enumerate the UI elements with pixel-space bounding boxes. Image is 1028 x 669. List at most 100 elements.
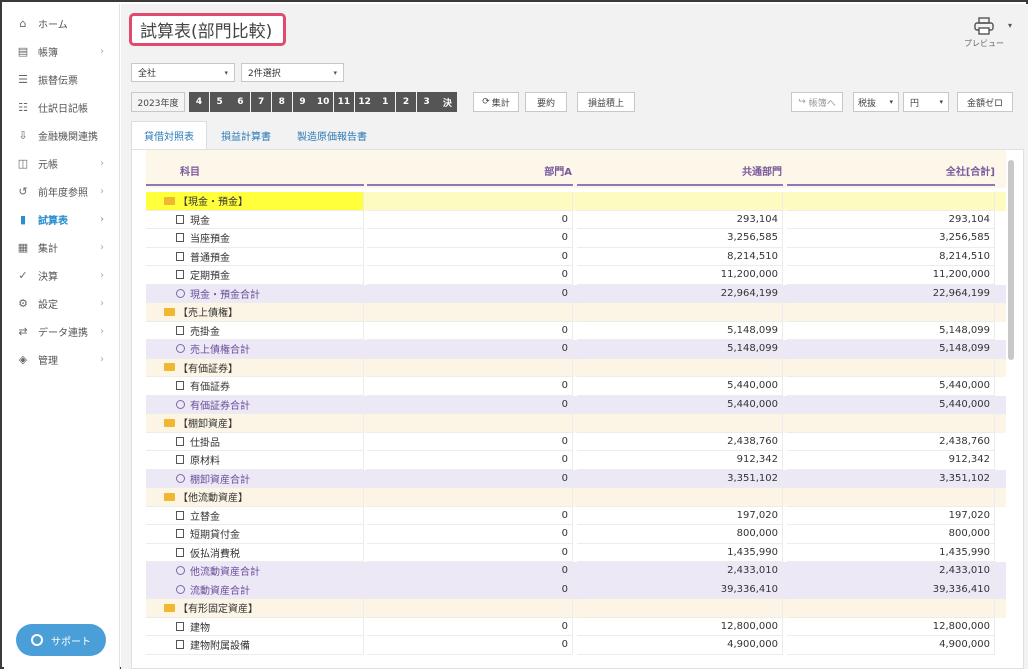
pl-accumulate-button[interactable]: 損益積上 — [577, 92, 635, 112]
dept-a-cell: 0 — [367, 636, 573, 655]
table-row[interactable]: 【現金・預金】 — [146, 192, 1006, 211]
month-button[interactable]: 2 — [396, 92, 416, 112]
summary-button[interactable]: 要約 — [525, 92, 567, 112]
table-row[interactable]: 現金 0 293,104 293,104 — [146, 210, 1006, 229]
table-row[interactable]: 売上債権合計 0 5,148,099 5,148,099 — [146, 340, 1006, 359]
check-icon: ✓ — [18, 268, 28, 282]
dept-a-cell: 0 — [367, 543, 573, 562]
vertical-scrollbar[interactable] — [1008, 160, 1014, 360]
table-row[interactable]: 【棚卸資産】 — [146, 414, 1006, 433]
month-button[interactable]: 11 — [333, 92, 354, 112]
company-select[interactable]: 全社 ▾ — [131, 63, 235, 82]
chevron-right-icon: › — [100, 325, 104, 337]
sidebar-item[interactable]: ▤ 帳簿 › — [4, 37, 120, 65]
table-row[interactable]: 普通預金 0 8,214,510 8,214,510 — [146, 247, 1006, 266]
table-row[interactable]: 当座預金 0 3,256,585 3,256,585 — [146, 229, 1006, 248]
common-cell: 5,148,099 — [577, 321, 783, 340]
table-row[interactable]: 建物附属設備 0 4,900,000 4,900,000 — [146, 636, 1006, 655]
tab-balance-sheet[interactable]: 貸借対照表 — [131, 121, 207, 149]
preview-button[interactable]: プレビュー — [959, 14, 1009, 54]
account-name: 原材料 — [190, 456, 220, 468]
account-name: 定期預金 — [190, 271, 230, 283]
sidebar-item[interactable]: ⌂ ホーム — [4, 9, 120, 37]
sidebar-item-label: 試算表 — [38, 215, 68, 227]
table-row[interactable]: 短期貸付金 0 800,000 800,000 — [146, 525, 1006, 544]
sidebar-item-label: 決算 — [38, 271, 58, 283]
dept-a-cell: 0 — [367, 580, 573, 599]
account-icon — [176, 640, 184, 650]
table-row[interactable]: 有価証券 0 5,440,000 5,440,000 — [146, 377, 1006, 396]
sidebar-item[interactable]: ⇄ データ連携 › — [4, 317, 120, 345]
folder-icon — [164, 492, 175, 501]
table-row[interactable]: 仕掛品 0 2,438,760 2,438,760 — [146, 432, 1006, 451]
account-cell: 立替金 — [146, 506, 364, 525]
account-name: 当座預金 — [190, 234, 230, 246]
month-button[interactable]: 6 — [230, 92, 251, 112]
bank-sync-icon: ⇩ — [18, 128, 28, 142]
total-cell — [787, 488, 995, 507]
table-row[interactable]: 建物 0 12,800,000 12,800,000 — [146, 617, 1006, 636]
account-cell: 売掛金 — [146, 321, 364, 340]
aggregate-button[interactable]: ⟳ 集計 — [473, 92, 519, 112]
month-button[interactable]: 10 — [313, 92, 334, 112]
table-row[interactable]: 【有形固定資産】 — [146, 599, 1006, 618]
tab-manufacturing-cost[interactable]: 製造原価報告書 — [287, 121, 377, 149]
table-row[interactable]: 定期預金 0 11,200,000 11,200,000 — [146, 266, 1006, 285]
month-button[interactable]: 決 — [437, 92, 458, 112]
sidebar-item[interactable]: ▮ 試算表 › — [4, 205, 120, 233]
table-row[interactable]: 立替金 0 197,020 197,020 — [146, 506, 1006, 525]
unit-select[interactable]: 円 ▾ — [903, 92, 949, 112]
month-button[interactable]: 4 — [189, 92, 209, 112]
month-button[interactable]: 12 — [354, 92, 375, 112]
month-button[interactable]: 7 — [251, 92, 272, 112]
table-row[interactable]: 【他流動資産】 — [146, 488, 1006, 507]
chat-bubble-icon — [31, 634, 43, 646]
sidebar-item[interactable]: ▦ 集計 › — [4, 233, 120, 261]
table-row[interactable]: 現金・預金合計 0 22,964,199 22,964,199 — [146, 284, 1006, 303]
preview-dropdown-icon[interactable]: ▾ — [1008, 21, 1012, 30]
tab-income-statement[interactable]: 損益計算書 — [209, 121, 283, 149]
table-row[interactable]: 有価証券合計 0 5,440,000 5,440,000 — [146, 395, 1006, 414]
dept-a-cell: 0 — [367, 506, 573, 525]
common-cell: 2,438,760 — [577, 432, 783, 451]
chevron-right-icon: › — [100, 353, 104, 365]
sidebar-item[interactable]: ✓ 決算 › — [4, 261, 120, 289]
tax-select-value: 税抜 — [858, 98, 877, 109]
sidebar-item[interactable]: ☰ 振替伝票 — [4, 65, 120, 93]
account-cell: 有価証券 — [146, 377, 364, 396]
table-panel: 科目 部門A 共通部門 全社[合計] 【現金・預金】 現金 0 293,104 293,… — [131, 149, 1024, 669]
table-row[interactable]: 他流動資産合計 0 2,433,010 2,433,010 — [146, 562, 1006, 581]
zero-amount-button[interactable]: 金額ゼロ — [957, 92, 1013, 112]
folder-icon — [164, 196, 175, 205]
month-button[interactable]: 9 — [292, 92, 313, 112]
table-row[interactable]: 【売上債権】 — [146, 303, 1006, 322]
sidebar-item[interactable]: ◈ 管理 › — [4, 345, 120, 373]
to-ledger-button[interactable]: ↪ 帳簿へ — [791, 92, 843, 112]
account-icon — [176, 233, 184, 243]
table-row[interactable]: 原材料 0 912,342 912,342 — [146, 451, 1006, 470]
tax-select[interactable]: 税抜 ▾ — [853, 92, 899, 112]
printer-icon — [959, 14, 1009, 38]
table-row[interactable]: 売掛金 0 5,148,099 5,148,099 — [146, 321, 1006, 340]
sidebar-item[interactable]: ⚙ 設定 › — [4, 289, 120, 317]
table-row[interactable]: 【有価証券】 — [146, 358, 1006, 377]
support-button[interactable]: サポート — [16, 624, 106, 656]
dept-a-cell: 0 — [367, 451, 573, 470]
month-button[interactable]: 1 — [375, 92, 396, 112]
month-button[interactable]: 5 — [209, 92, 230, 112]
account-cell: 【有価証券】 — [146, 358, 364, 377]
month-button[interactable]: 3 — [416, 92, 437, 112]
month-button[interactable]: 8 — [271, 92, 292, 112]
subtotal-icon — [176, 473, 185, 483]
common-cell — [577, 488, 783, 507]
sidebar-item[interactable]: ◫ 元帳 › — [4, 149, 120, 177]
table-row[interactable]: 棚卸資産合計 0 3,351,102 3,351,102 — [146, 469, 1006, 488]
table-row[interactable]: 仮払消費税 0 1,435,990 1,435,990 — [146, 543, 1006, 562]
sidebar-item[interactable]: ⇩ 金融機関連携 — [4, 121, 120, 149]
common-cell: 2,433,010 — [577, 562, 783, 581]
sidebar-item[interactable]: ☷ 仕訳日記帳 — [4, 93, 120, 121]
year-button[interactable]: 2023年度 — [131, 92, 185, 112]
table-row[interactable]: 流動資産合計 0 39,336,410 39,336,410 — [146, 580, 1006, 599]
sidebar-item[interactable]: ↺ 前年度参照 › — [4, 177, 120, 205]
department-select[interactable]: 2件選択 ▾ — [241, 63, 344, 82]
